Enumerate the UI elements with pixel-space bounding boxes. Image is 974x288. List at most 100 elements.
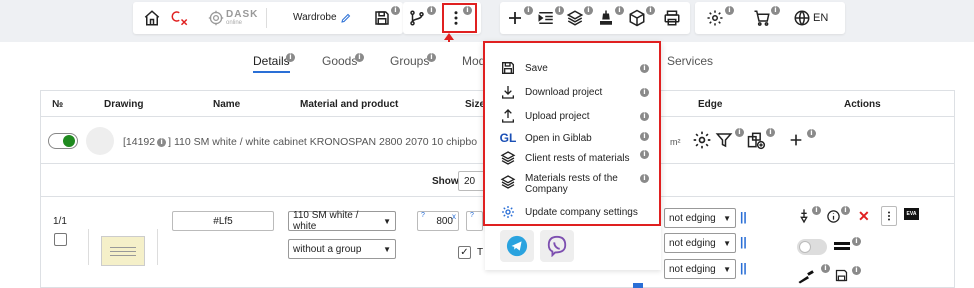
part-drawing[interactable] (101, 236, 145, 266)
info-icon[interactable]: i (812, 206, 821, 215)
info-icon[interactable]: i (735, 128, 744, 137)
gear-icon[interactable] (705, 8, 725, 28)
eva-badge[interactable]: EVA (904, 208, 919, 220)
row-checkbox[interactable] (54, 233, 67, 246)
texture-checkbox[interactable]: ✓ (458, 246, 471, 259)
info-icon[interactable]: i (771, 6, 780, 15)
menu-item-company-rests[interactable]: Materials rests of the Company (499, 173, 649, 195)
project-name[interactable]: Wardrobe (293, 12, 337, 23)
edge-marker-icon[interactable]: || (740, 235, 747, 249)
info-icon[interactable]: i (640, 174, 649, 183)
info-icon[interactable]: i (427, 6, 436, 15)
info-icon[interactable]: i (584, 6, 593, 15)
detail-toggle[interactable] (797, 239, 827, 255)
cnc-machine-icon[interactable] (596, 8, 616, 28)
group-select-value: without a group (293, 243, 362, 255)
edge-marker-icon[interactable]: || (740, 210, 747, 224)
menu-item-client-rests[interactable]: Client rests of materials (499, 149, 649, 167)
info-icon[interactable]: i (286, 53, 295, 62)
info-icon[interactable]: i (725, 6, 734, 15)
info-icon[interactable]: i (821, 264, 830, 273)
dask-logo: DASK online (208, 9, 260, 27)
gear-icon[interactable] (692, 130, 712, 150)
info-icon[interactable]: i (355, 53, 364, 62)
menu-item-label: Upload project (525, 110, 590, 122)
info-icon[interactable]: i (841, 206, 850, 215)
edge-band-icon[interactable] (834, 240, 850, 252)
tab-modules[interactable]: Mod (462, 54, 485, 68)
chevron-down-icon: ▼ (723, 264, 731, 274)
menu-item-upload[interactable]: Upload project (499, 107, 649, 125)
edge-select-2[interactable]: not edging ▼ (664, 233, 736, 253)
info-icon[interactable]: i (524, 6, 533, 15)
info-icon[interactable]: i (852, 237, 861, 246)
cart-icon[interactable] (752, 8, 772, 28)
edge-select-1[interactable]: not edging ▼ (664, 208, 736, 228)
info-icon[interactable]: i (640, 64, 649, 73)
save-icon[interactable] (834, 268, 849, 283)
material-select[interactable]: 110 SM white / white ▼ (288, 210, 396, 232)
viber-icon[interactable] (540, 230, 574, 262)
group-select[interactable]: without a group ▼ (288, 239, 396, 259)
add-icon[interactable] (505, 8, 525, 28)
tab-details[interactable]: Details (253, 54, 290, 73)
menu-item-label: Client rests of materials (525, 152, 630, 164)
menu-item-save[interactable]: Save (499, 59, 649, 77)
texture-label: T (477, 247, 484, 258)
material-toggle[interactable] (48, 133, 78, 149)
branch-icon[interactable] (407, 8, 427, 28)
info-icon[interactable]: i (555, 6, 564, 15)
detail-name-input[interactable]: #Lf5 (172, 211, 274, 231)
menu-item-label: Save (525, 62, 548, 74)
print-icon[interactable] (662, 8, 682, 28)
detail-number: 1/1 (53, 216, 67, 227)
edge-marker-icon[interactable]: || (740, 261, 747, 275)
box-3d-icon[interactable] (627, 8, 647, 28)
info-icon[interactable]: i (640, 112, 649, 121)
more-vertical-icon[interactable] (881, 206, 897, 226)
sheets-add-icon[interactable] (746, 130, 766, 150)
info-icon[interactable]: i (852, 266, 861, 275)
drill-icon[interactable] (796, 208, 812, 224)
info-icon[interactable]: i (427, 53, 436, 62)
width-input[interactable]: ? (466, 211, 483, 231)
language-label[interactable]: EN (813, 12, 828, 24)
globe-icon[interactable] (792, 8, 812, 28)
tab-services[interactable]: Services (667, 54, 713, 68)
menu-item-update-settings[interactable]: Update company settings (499, 203, 649, 221)
info-icon[interactable]: i (766, 128, 775, 137)
tab-groups[interactable]: Groups (390, 54, 429, 68)
edge-select-3[interactable]: not edging ▼ (664, 259, 736, 279)
tab-goods[interactable]: Goods (322, 54, 357, 68)
material-thumbnail (86, 127, 114, 155)
toggle-knob (799, 241, 811, 253)
help-marker: ? (421, 212, 425, 219)
filter-icon[interactable] (715, 131, 733, 149)
layers-icon[interactable] (565, 8, 585, 28)
add-icon[interactable] (788, 132, 804, 148)
edit-name-icon[interactable] (340, 12, 352, 24)
info-icon[interactable]: i (640, 88, 649, 97)
info-icon[interactable]: i (807, 129, 816, 138)
col-header-name: Name (213, 99, 241, 110)
info-icon[interactable]: i (640, 150, 649, 159)
info-icon[interactable]: i (640, 132, 649, 141)
help-marker: ? (470, 212, 474, 219)
menu-item-open-giblab[interactable]: GL Open in Giblab (499, 129, 649, 147)
material-name: ] 110 SM white / white cabinet KRONOSPAN… (168, 136, 478, 148)
menu-item-download[interactable]: Download project (499, 83, 649, 101)
info-icon[interactable]: i (646, 6, 655, 15)
import-list-icon[interactable] (536, 8, 556, 28)
toolbar-group-settings: i i EN (695, 2, 845, 34)
info-icon[interactable]: i (391, 6, 400, 15)
telegram-icon[interactable] (500, 230, 534, 262)
details-info-icon[interactable] (826, 209, 841, 224)
save-icon[interactable] (372, 8, 392, 28)
delete-icon[interactable]: ✕ (858, 208, 870, 225)
home-icon[interactable] (142, 8, 162, 28)
more-button-highlight (442, 3, 477, 33)
info-icon[interactable]: i (615, 6, 624, 15)
close-project-icon[interactable] (170, 8, 190, 28)
cut-edge-icon[interactable] (796, 267, 816, 285)
info-icon[interactable]: i (157, 137, 167, 147)
